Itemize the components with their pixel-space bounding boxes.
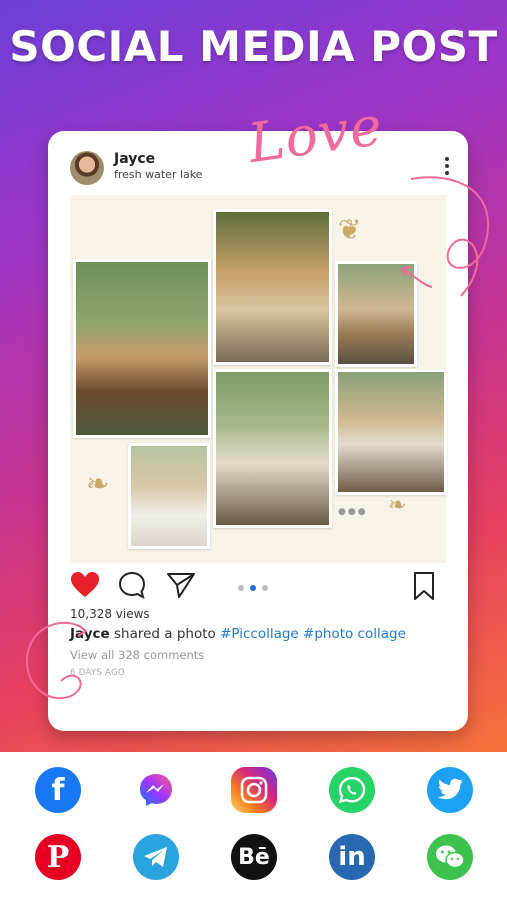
swirl-decoration-icon <box>25 621 87 700</box>
caption-text: shared a photo <box>109 626 221 642</box>
photo-woman-thinking <box>128 443 210 549</box>
messenger-icon[interactable] <box>133 767 179 813</box>
send-icon[interactable] <box>166 571 196 599</box>
photo-guitar-seated <box>73 259 211 438</box>
telegram-icon[interactable] <box>133 834 179 880</box>
social-share-bar: f P Bē in <box>0 752 507 900</box>
pinterest-icon[interactable]: P <box>35 834 81 880</box>
heart-icon[interactable] <box>70 571 100 599</box>
linkedin-icon[interactable]: in <box>329 834 375 880</box>
instagram-icon[interactable] <box>231 767 277 813</box>
collage-dots: ●●● <box>338 507 368 517</box>
photo-collage[interactable]: ❦ ❧ ❧ ●●● <box>70 195 447 563</box>
bookmark-icon[interactable] <box>412 571 436 601</box>
carousel-pager <box>238 585 268 591</box>
facebook-icon[interactable]: f <box>35 767 81 813</box>
whatsapp-icon[interactable] <box>329 767 375 813</box>
arrow-decoration-icon <box>401 266 433 288</box>
headline: SOCIAL MEDIA POST <box>9 22 498 71</box>
twitter-icon[interactable] <box>427 767 473 813</box>
wechat-icon[interactable] <box>427 834 473 880</box>
post-location[interactable]: fresh water lake <box>114 168 203 181</box>
comment-icon[interactable] <box>118 571 146 599</box>
post-caption: Jayce shared a photo #Piccollage #photo … <box>70 626 406 642</box>
behance-icon[interactable]: Bē <box>231 834 277 880</box>
leaf-decoration-icon: ❧ <box>86 467 110 500</box>
post-actions <box>48 571 468 611</box>
post-username[interactable]: Jayce <box>114 151 155 167</box>
caption-hashtags[interactable]: #Piccollage #photo collage <box>220 626 406 642</box>
post-card: Jayce fresh water lake ❦ ❧ ❧ ●●● Love 10… <box>25 94 489 731</box>
photo-standing-guitar <box>213 209 332 365</box>
photo-couple-sitting <box>213 369 332 528</box>
photo-man-hat-guitar <box>335 369 447 495</box>
leaf-decoration-icon: ❦ <box>338 213 362 246</box>
leaf-decoration-icon: ❧ <box>388 493 407 518</box>
avatar[interactable] <box>70 151 104 185</box>
